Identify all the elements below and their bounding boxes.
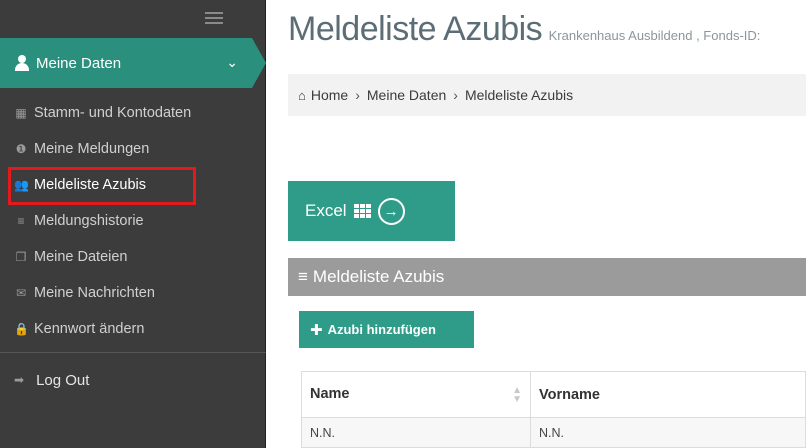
list-icon: ≡ bbox=[17, 214, 25, 228]
user-icon bbox=[14, 55, 30, 71]
panel-header: ≡ Meldeliste Azubis bbox=[288, 258, 806, 296]
highlight-annotation-box bbox=[8, 167, 196, 205]
sidebar-toggle-icon[interactable] bbox=[205, 12, 223, 28]
sidebar-item-label: Stamm- und Kontodaten bbox=[34, 105, 192, 121]
sidebar-section-meine-daten[interactable]: Meine Daten ⌄ bbox=[0, 38, 266, 88]
sort-icon[interactable]: ▲ ▼ bbox=[512, 385, 522, 404]
info-icon: ❶ bbox=[15, 142, 27, 156]
sidebar-item-label: Meine Meldungen bbox=[34, 141, 150, 157]
sidebar-submenu: ▦ Stamm- und Kontodaten ❶ Meine Meldunge… bbox=[0, 95, 266, 347]
files-icon: ❐ bbox=[15, 250, 27, 264]
sidebar-item-kennwort[interactable]: 🔒 Kennwort ändern bbox=[0, 311, 266, 347]
table-grid-icon bbox=[353, 204, 371, 218]
sidebar-item-dateien[interactable]: ❐ Meine Dateien bbox=[0, 239, 266, 275]
table-cell-name: N.N. bbox=[301, 417, 531, 448]
home-icon: ⌂ bbox=[298, 87, 306, 103]
breadcrumb-separator: › bbox=[453, 87, 458, 103]
table-cell-vorname: N.N. bbox=[530, 417, 806, 448]
column-header-label: Name bbox=[310, 385, 350, 402]
lock-icon: 🔒 bbox=[14, 322, 29, 336]
column-header-label: Vorname bbox=[539, 386, 600, 403]
page-title: Meldeliste Azubis bbox=[288, 10, 543, 48]
azubi-table: Name ▲ ▼ Vorname N.N. N.N. bbox=[301, 371, 806, 448]
breadcrumb: ⌂ Home › Meine Daten › Meldeliste Azubis bbox=[288, 74, 806, 116]
chevron-down-icon: ⌄ bbox=[226, 54, 238, 70]
sidebar-item-label: Meine Dateien bbox=[34, 249, 128, 265]
table-row[interactable]: N.N. N.N. bbox=[301, 417, 806, 448]
breadcrumb-home[interactable]: Home bbox=[311, 87, 348, 103]
main-content: Meldeliste Azubis Krankenhaus Ausbildend… bbox=[267, 0, 806, 448]
plus-icon: ✚ bbox=[310, 321, 323, 339]
active-notch bbox=[252, 38, 266, 88]
table-header-row: Name ▲ ▼ Vorname bbox=[301, 371, 806, 418]
sidebar-section-label: Meine Daten bbox=[36, 54, 122, 72]
sidebar-item-stammdaten[interactable]: ▦ Stamm- und Kontodaten bbox=[0, 95, 266, 131]
arrow-circle-right-icon: → bbox=[377, 197, 405, 225]
excel-button-label: Excel bbox=[305, 201, 347, 220]
column-header-name[interactable]: Name ▲ ▼ bbox=[301, 371, 531, 418]
panel-title: Meldeliste Azubis bbox=[312, 267, 445, 286]
sidebar-item-label: Meine Nachrichten bbox=[34, 285, 155, 301]
logout-link[interactable]: ➡ Log Out bbox=[0, 362, 89, 398]
sidebar-item-meldungen[interactable]: ❶ Meine Meldungen bbox=[0, 131, 266, 167]
envelope-icon: ✉ bbox=[15, 286, 27, 300]
column-header-vorname[interactable]: Vorname bbox=[530, 371, 806, 418]
page-subtitle: Krankenhaus Ausbildend , Fonds-ID: bbox=[548, 28, 761, 43]
list-icon: ≡ bbox=[298, 267, 308, 286]
sidebar-divider bbox=[0, 352, 266, 353]
breadcrumb-meine-daten[interactable]: Meine Daten bbox=[367, 87, 446, 103]
sign-out-icon: ➡ bbox=[14, 373, 25, 387]
sidebar: Meine Daten ⌄ ▦ Stamm- und Kontodaten ❶ … bbox=[0, 0, 266, 448]
page-header: Meldeliste Azubis Krankenhaus Ausbildend… bbox=[288, 10, 760, 49]
sidebar-item-nachrichten[interactable]: ✉ Meine Nachrichten bbox=[0, 275, 266, 311]
logout-label: Log Out bbox=[36, 371, 90, 389]
sidebar-item-label: Kennwort ändern bbox=[34, 321, 145, 337]
sidebar-item-label: Meldungshistorie bbox=[34, 213, 144, 229]
excel-export-button[interactable]: Excel → bbox=[288, 181, 455, 241]
add-button-label: Azubi hinzufügen bbox=[327, 322, 436, 337]
sidebar-item-meldungshistorie[interactable]: ≡ Meldungshistorie bbox=[0, 203, 266, 239]
breadcrumb-separator: › bbox=[355, 87, 360, 103]
breadcrumb-current: Meldeliste Azubis bbox=[464, 87, 574, 103]
add-azubi-button[interactable]: ✚ Azubi hinzufügen bbox=[299, 311, 474, 348]
calendar-icon: ▦ bbox=[15, 106, 27, 120]
